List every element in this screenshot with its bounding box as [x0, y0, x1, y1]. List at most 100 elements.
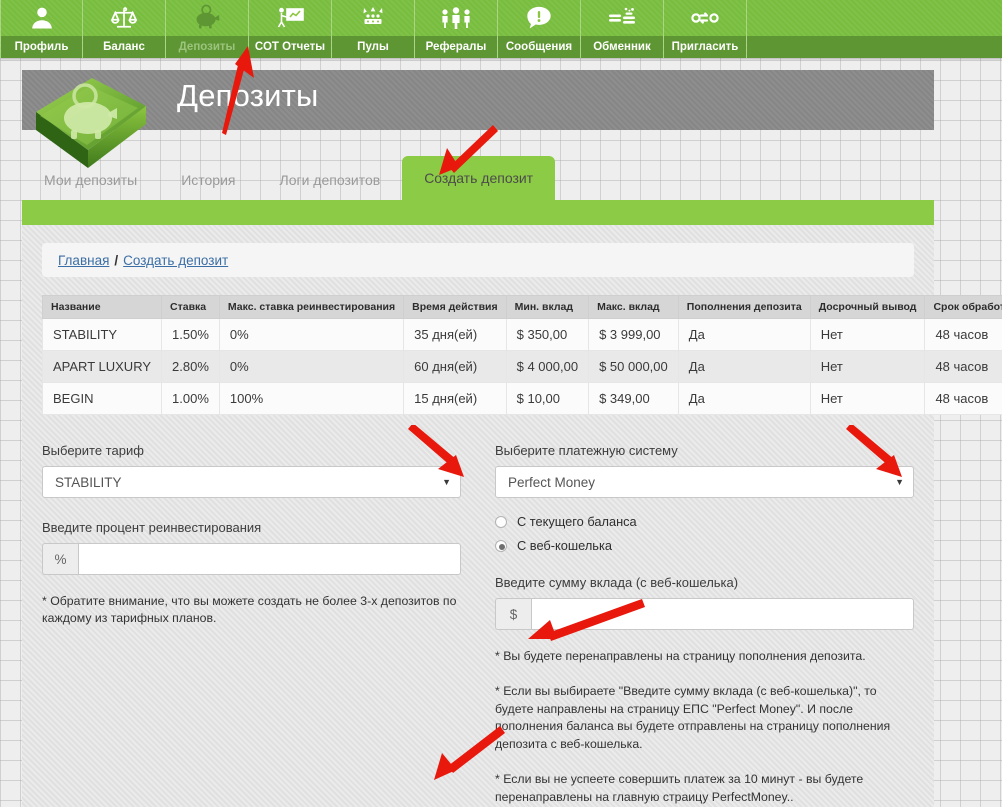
- page-header-banner: Депозиты: [22, 70, 934, 130]
- table-header-duration: Время действия: [403, 295, 507, 319]
- percent-icon: %: [42, 543, 78, 575]
- nav-item-referrals[interactable]: Рефералы: [415, 0, 498, 58]
- redirect-note-1: * Вы будете перенаправлены на страницу п…: [495, 649, 866, 663]
- cell-topups: Да: [677, 382, 811, 415]
- redirect-note-2: * Если вы выбираете "Введите сумму вклад…: [495, 684, 891, 751]
- cell-reinvest: 0%: [218, 350, 405, 383]
- tab-bar: Мои депозиты История Логи депозитов Созд…: [22, 156, 934, 200]
- presentation-chart-icon: [275, 0, 305, 36]
- nav-label-sot-reports: СОТ Отчеты: [249, 36, 331, 58]
- cell-duration: 15 дня(ей): [403, 382, 507, 415]
- nav-label-deposits: Депозиты: [166, 36, 248, 58]
- tab-my-deposits[interactable]: Мои депозиты: [22, 160, 159, 200]
- cell-early: Нет: [809, 318, 926, 351]
- cell-processing: 48 часов: [924, 318, 1002, 351]
- chevron-down-icon: ▼: [895, 477, 904, 487]
- form-right-column: Выберите платежную систему Perfect Money…: [495, 443, 914, 807]
- cell-duration: 35 дня(ей): [403, 318, 507, 351]
- amount-input-group: $: [495, 598, 914, 630]
- redirect-note-3: * Если вы не успеете совершить платеж за…: [495, 772, 864, 804]
- chevron-down-icon: ▼: [442, 477, 451, 487]
- nav-filler-strip: [747, 36, 1002, 58]
- reinvest-input-label: Введите процент реинвестирования: [42, 520, 262, 535]
- cell-min: $ 350,00: [505, 318, 590, 351]
- deposit-form: Выберите тариф STABILITY ▼ Введите проце…: [42, 443, 914, 807]
- cell-name: BEGIN: [41, 382, 163, 415]
- breadcrumb: Главная / Создать депозит: [42, 243, 914, 277]
- table-row: STABILITY 1.50% 0% 35 дня(ей) $ 350,00 $…: [41, 318, 1002, 351]
- tab-create-deposit[interactable]: Создать депозит: [402, 156, 556, 200]
- table-row: APART LUXURY 2.80% 0% 60 дня(ей) $ 4 000…: [41, 350, 1002, 383]
- nav-label-invite: Пригласить: [664, 36, 746, 58]
- cell-max: $ 50 000,00: [588, 350, 679, 383]
- cell-topups: Да: [677, 350, 811, 383]
- radio-button-current-balance[interactable]: [495, 515, 507, 528]
- nav-item-pools[interactable]: Пулы: [332, 0, 415, 58]
- payment-system-select-label: Выберите платежную систему: [495, 443, 678, 458]
- breadcrumb-current-link[interactable]: Создать депозит: [123, 253, 228, 268]
- nav-label-balance: Баланс: [83, 36, 165, 58]
- nav-label-profile: Профиль: [1, 36, 82, 58]
- radio-option-current-balance[interactable]: С текущего баланса: [495, 514, 914, 529]
- nav-item-sot-reports[interactable]: СОТ Отчеты: [249, 0, 332, 58]
- tab-deposit-logs[interactable]: Логи депозитов: [258, 160, 403, 200]
- tariff-select[interactable]: STABILITY ▼: [42, 466, 461, 498]
- breadcrumb-home-link[interactable]: Главная: [58, 253, 109, 268]
- cell-min: $ 4 000,00: [505, 350, 590, 383]
- cell-reinvest: 0%: [218, 318, 405, 351]
- nav-item-invite[interactable]: Пригласить: [664, 0, 747, 58]
- nav-label-pools: Пулы: [332, 36, 414, 58]
- breadcrumb-separator: /: [114, 252, 119, 268]
- tab-history[interactable]: История: [159, 160, 257, 200]
- cell-min: $ 10,00: [505, 382, 590, 415]
- table-row: BEGIN 1.00% 100% 15 дня(ей) $ 10,00 $ 34…: [41, 382, 1002, 415]
- tab-bar-green-strip: [22, 200, 934, 225]
- cell-max: $ 349,00: [588, 382, 679, 415]
- nav-item-messages[interactable]: Сообщения: [498, 0, 581, 58]
- table-header-rate: Ставка: [161, 295, 220, 319]
- cell-processing: 48 часов: [924, 382, 1002, 415]
- content-panel: Главная / Создать депозит Название Ставк…: [22, 225, 1002, 807]
- form-left-column: Выберите тариф STABILITY ▼ Введите проце…: [42, 443, 461, 807]
- table-header-topups: Пополнения депозита: [677, 295, 811, 319]
- table-header-max-deposit: Макс. вклад: [588, 295, 679, 319]
- cell-rate: 1.50%: [161, 318, 220, 351]
- nav-label-messages: Сообщения: [498, 36, 580, 58]
- table-header-processing-time: Срок обработки запросов на вывод: [924, 295, 1002, 319]
- radio-button-web-wallet[interactable]: [495, 539, 507, 552]
- radio-label-current-balance: С текущего баланса: [517, 514, 637, 529]
- cell-early: Нет: [809, 382, 926, 415]
- table-header-early-withdrawal: Досрочный вывод: [809, 295, 926, 319]
- payment-system-select-value: Perfect Money: [508, 474, 596, 490]
- table-header-max-reinvest: Макс. ставка реинвестирования: [218, 295, 405, 319]
- nav-label-referrals: Рефералы: [415, 36, 497, 58]
- user-icon: [28, 0, 56, 36]
- nav-filler: [747, 0, 1002, 58]
- radio-option-web-wallet[interactable]: С веб-кошелька: [495, 538, 914, 553]
- nav-item-exchanger[interactable]: Обменник: [581, 0, 664, 58]
- table-header-name: Название: [41, 295, 163, 319]
- cell-name: STABILITY: [41, 318, 163, 351]
- tariff-select-label: Выберите тариф: [42, 443, 144, 458]
- amount-input[interactable]: [531, 598, 914, 630]
- cell-name: APART LUXURY: [41, 350, 163, 383]
- cell-rate: 2.80%: [161, 350, 220, 383]
- nav-item-balance[interactable]: Баланс: [83, 0, 166, 58]
- radio-label-web-wallet: С веб-кошелька: [517, 538, 612, 553]
- tariff-plans-table: Название Ставка Макс. ставка реинвестиро…: [41, 295, 1002, 415]
- nav-item-profile[interactable]: Профиль: [0, 0, 83, 58]
- nav-item-deposits[interactable]: Депозиты: [166, 0, 249, 58]
- cell-early: Нет: [809, 350, 926, 383]
- reinvest-input[interactable]: [78, 543, 461, 575]
- cell-processing: 48 часов: [924, 350, 1002, 383]
- nav-label-exchanger: Обменник: [581, 36, 663, 58]
- payment-system-select[interactable]: Perfect Money ▼: [495, 466, 914, 498]
- scales-icon: [110, 0, 138, 36]
- referrals-icon: [440, 0, 472, 36]
- exchange-icon: [606, 0, 638, 36]
- cell-reinvest: 100%: [218, 382, 405, 415]
- cell-topups: Да: [677, 318, 811, 351]
- piggy-bank-icon: [192, 0, 222, 36]
- tariff-select-value: STABILITY: [55, 474, 122, 490]
- amount-input-label: Введите сумму вклада (с веб-кошелька): [495, 575, 739, 590]
